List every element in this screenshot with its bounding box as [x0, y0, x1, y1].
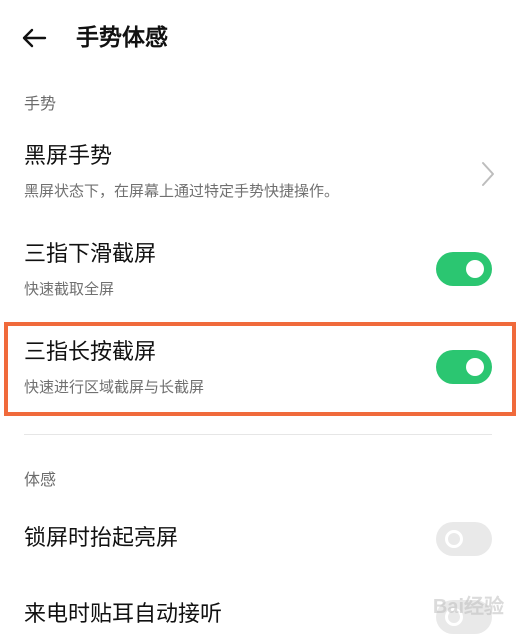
row-title: 三指长按截屏 [24, 340, 157, 365]
section-title-gestures: 手势 [24, 94, 57, 113]
settings-row-three-finger-swipe: 三指下滑截屏 快速截取全屏 [0, 226, 520, 322]
row-description: 黑屏状态下，在屏幕上通过特定手势快捷操作。 [24, 182, 340, 200]
settings-row-three-finger-hold: 三指长按截屏 快速进行区域截屏与长截屏 [0, 324, 520, 420]
section-title-motion: 体感 [24, 470, 57, 489]
row-description: 快速截取全屏 [24, 280, 115, 298]
app-header: 手势体感 [0, 0, 520, 76]
raise-to-wake-toggle[interactable] [436, 522, 492, 556]
three-finger-swipe-toggle[interactable] [436, 252, 492, 286]
three-finger-hold-toggle[interactable] [436, 350, 492, 384]
settings-row-raise-to-wake: 锁屏时抬起亮屏 [0, 504, 520, 574]
toggle-knob [466, 358, 484, 376]
settings-row-black-screen-gestures[interactable]: 黑屏手势 黑屏状态下，在屏幕上通过特定手势快捷操作。 [0, 128, 520, 224]
back-arrow-icon [22, 28, 47, 48]
row-title: 锁屏时抬起亮屏 [24, 526, 179, 551]
row-title: 三指下滑截屏 [24, 242, 157, 267]
row-title: 黑屏手势 [24, 144, 113, 169]
back-button[interactable] [14, 22, 54, 54]
row-title: 来电时贴耳自动接听 [24, 602, 223, 627]
page-title: 手势体感 [76, 25, 168, 51]
toggle-knob [466, 260, 484, 278]
section-divider [24, 434, 492, 435]
watermark-logo: Bai经验 [432, 596, 504, 618]
chevron-right-icon [482, 162, 494, 186]
row-description: 快速进行区域截屏与长截屏 [24, 378, 205, 396]
toggle-knob [445, 530, 463, 548]
